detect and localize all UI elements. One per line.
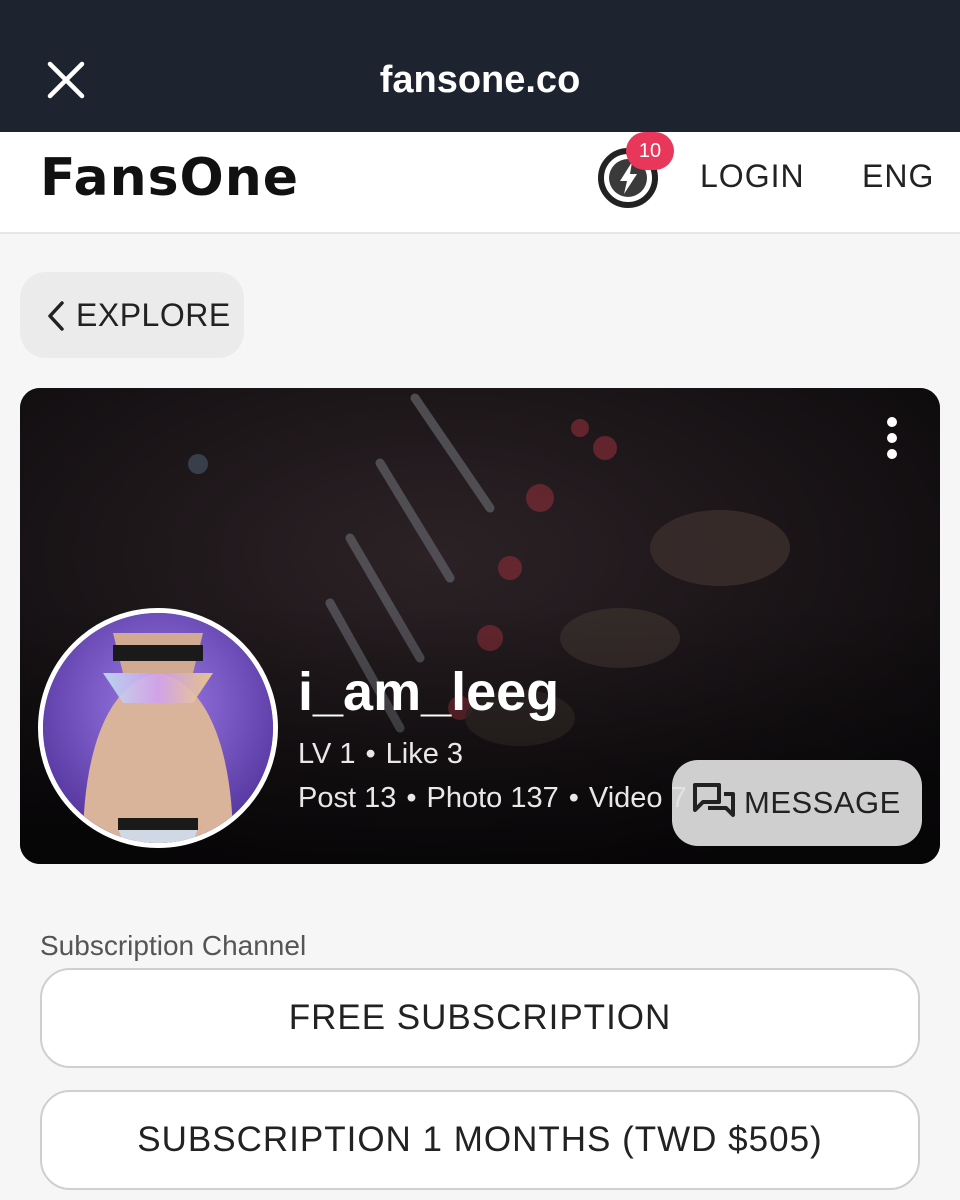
profile-stats-level: LV 1 • Like 3 bbox=[298, 736, 463, 772]
likes-text: Like 3 bbox=[385, 738, 464, 770]
separator: • bbox=[406, 782, 417, 814]
site-logo[interactable]: FansOne bbox=[40, 148, 299, 208]
separator: • bbox=[365, 738, 376, 770]
browser-bar: fansone.co bbox=[0, 0, 960, 132]
notification-badge: 10 bbox=[626, 132, 674, 170]
monthly-subscription-button[interactable]: SUBSCRIPTION 1 MONTHS (TWD $505) bbox=[40, 1090, 920, 1190]
photos-text: Photo 137 bbox=[426, 782, 559, 814]
message-button[interactable]: MESSAGE bbox=[672, 760, 922, 846]
avatar[interactable] bbox=[38, 608, 278, 848]
separator: • bbox=[568, 782, 579, 814]
browser-domain: fansone.co bbox=[379, 59, 581, 101]
explore-back-button[interactable]: EXPLORE bbox=[20, 272, 244, 358]
level-text: LV 1 bbox=[298, 738, 356, 770]
avatar-image bbox=[43, 613, 273, 843]
message-label: MESSAGE bbox=[744, 785, 901, 820]
language-selector[interactable]: ENG bbox=[862, 154, 934, 198]
subscription-heading: Subscription Channel bbox=[40, 930, 307, 961]
login-button[interactable]: LOGIN bbox=[700, 154, 805, 198]
more-vertical-icon[interactable] bbox=[878, 416, 906, 460]
profile-stats-content: Post 13 • Photo 137 • Video 7 bbox=[298, 780, 687, 816]
app-header: FansOne 10 LOGIN ENG bbox=[0, 132, 960, 234]
profile-card: i_am_leeg LV 1 • Like 3 Post 13 • Photo 137 •… bbox=[20, 388, 940, 864]
posts-text: Post 13 bbox=[298, 782, 397, 814]
profile-username: i_am_leeg bbox=[298, 662, 560, 722]
explore-label: EXPLORE bbox=[76, 297, 231, 333]
chevron-left-icon bbox=[48, 301, 64, 331]
chat-bubbles-icon bbox=[693, 783, 735, 817]
free-subscription-button[interactable]: FREE SUBSCRIPTION bbox=[40, 968, 920, 1068]
